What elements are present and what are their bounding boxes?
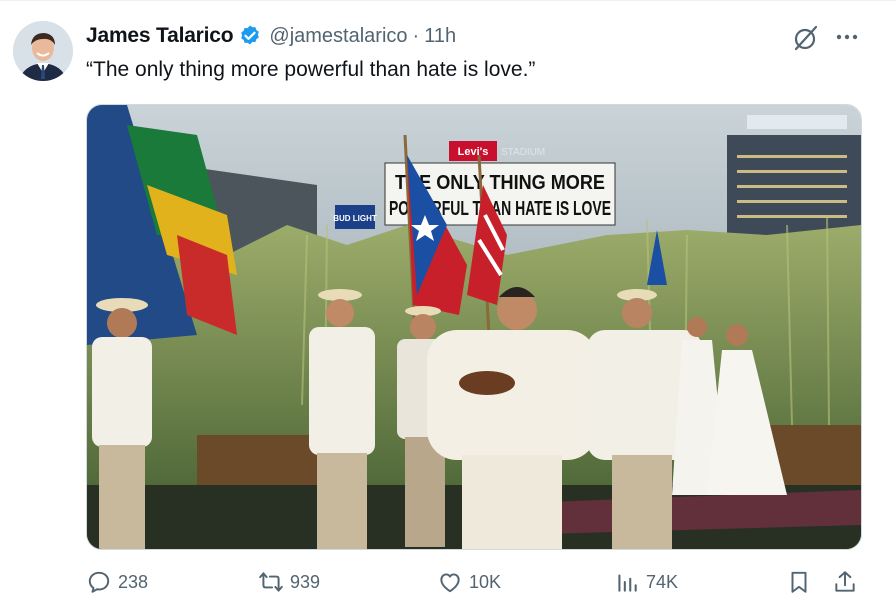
more-icon[interactable] [834,24,860,50]
reply-button[interactable]: 238 [86,560,148,604]
bookmark-icon [791,571,807,593]
tweet-text: “The only thing more powerful than hate … [86,58,536,81]
repost-count: 939 [290,571,321,592]
reply-count: 238 [118,571,149,592]
top-divider [0,0,896,1]
share-icon [835,571,855,592]
separator-dot: · [412,24,420,47]
avatar-image [13,21,73,81]
views-count: 74K [646,571,679,592]
author-name[interactable]: James Talarico [86,24,234,48]
views-icon [618,574,637,592]
views-button[interactable]: 74K [614,560,678,604]
like-button[interactable]: 10K [437,560,501,604]
repost-button[interactable]: 939 [258,560,320,604]
bud-light-banner: BUD LIGHT [333,214,377,223]
tweet-media[interactable]: Levi's STADIUM THE ONLY THING MORE POWER… [86,104,862,550]
media-image: Levi's STADIUM THE ONLY THING MORE POWER… [87,105,861,549]
heart-icon [440,573,460,593]
like-count: 10K [469,571,502,592]
verified-badge-icon [241,25,260,45]
grok-icon[interactable] [792,24,820,52]
avatar[interactable] [13,21,73,81]
action-bar: 238 939 10K 74K [0,560,896,604]
timestamp[interactable]: 11h [424,25,456,48]
levis-banner-text: Levi's [458,146,489,158]
author-handle[interactable]: @jamestalarico [269,25,407,48]
tweet-header: James Talarico @jamestalarico · 11h [86,21,456,51]
reply-icon [88,571,110,593]
stadium-banner-text: STADIUM [501,147,545,158]
bookmark-button[interactable] [786,560,818,604]
repost-icon [259,572,283,592]
share-button[interactable] [832,560,864,604]
